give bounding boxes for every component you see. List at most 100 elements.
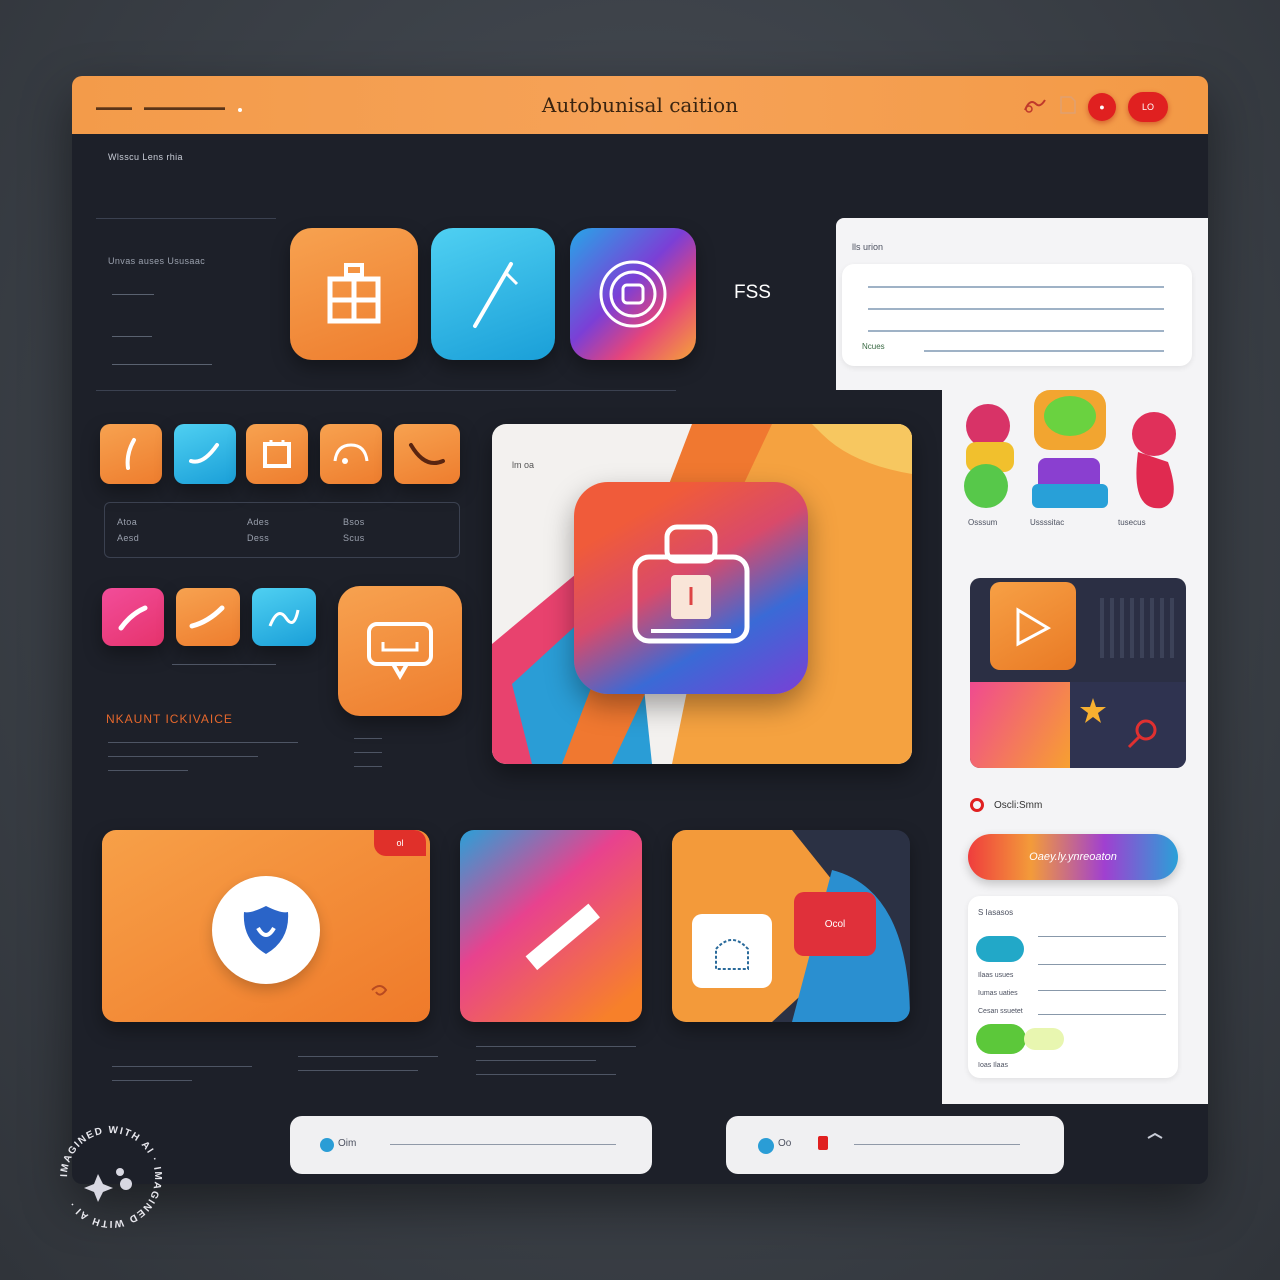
divider <box>112 364 212 365</box>
divider <box>108 770 188 771</box>
brush-icon[interactable] <box>1022 94 1048 116</box>
divider <box>108 756 258 757</box>
small-app-3[interactable] <box>246 424 308 484</box>
app-tile-chat[interactable] <box>338 586 462 716</box>
form-line[interactable] <box>924 350 1164 352</box>
toggle-glow <box>1024 1028 1064 1050</box>
divider <box>108 742 298 743</box>
sticker-label-3: tusecus <box>1118 518 1146 527</box>
toggle-green[interactable] <box>976 1024 1026 1054</box>
small-app-1[interactable] <box>100 424 162 484</box>
radio-label: Oscli:Smm <box>994 800 1043 811</box>
chat-bubble-icon <box>367 622 433 680</box>
divider <box>96 390 676 391</box>
input-line <box>854 1144 1020 1145</box>
panel-header: lls urion <box>852 242 884 252</box>
flag-icon <box>818 1136 828 1150</box>
divider <box>112 1080 192 1081</box>
stat-value: Aesd <box>117 533 140 543</box>
form-line[interactable] <box>868 330 1164 332</box>
qr-icon <box>715 939 749 970</box>
bottom-left-label: Oim <box>338 1138 357 1149</box>
divider <box>354 752 382 753</box>
list-line <box>1038 990 1166 991</box>
grid-pattern <box>1100 598 1176 658</box>
notification-button[interactable]: ● <box>1088 93 1116 121</box>
divider <box>476 1060 596 1061</box>
list-row[interactable]: Ilaas usues <box>978 972 1013 979</box>
boot-icon <box>189 605 225 629</box>
swipe-icon <box>409 443 445 465</box>
divider <box>354 738 382 739</box>
form-line[interactable] <box>868 308 1164 310</box>
sticker-label-1: Osssum <box>968 518 998 527</box>
qr-tile[interactable] <box>692 914 772 988</box>
stat-label: Ades <box>247 517 270 527</box>
stat-value: Scus <box>343 533 365 543</box>
fs-label: FSS <box>734 282 771 303</box>
watermark-text: IMAGINED WITH AI · IMAGINED WITH AI · <box>59 1125 162 1229</box>
gradient-action-button[interactable]: Oaey.ly.ynreoaton <box>968 834 1178 880</box>
app-tile-store[interactable] <box>290 228 418 360</box>
feature-card-orange[interactable]: ol <box>102 830 430 1022</box>
small-app-8[interactable] <box>252 588 316 646</box>
feature-card-pen[interactable] <box>460 830 642 1022</box>
svg-text:IMAGINED WITH AI · IMAGINED WI: IMAGINED WITH AI · IMAGINED WITH AI · <box>59 1125 163 1229</box>
quill-icon <box>125 438 136 470</box>
feature-card-qr[interactable]: Ocol <box>672 830 910 1022</box>
radio-button[interactable] <box>970 798 984 812</box>
small-app-7[interactable] <box>176 588 240 646</box>
small-app-5[interactable] <box>394 424 460 484</box>
calendar-icon <box>263 440 291 468</box>
flame-tile <box>970 682 1070 768</box>
camera-ring-icon <box>599 260 667 328</box>
toggle-cyan[interactable] <box>976 936 1024 962</box>
input-line <box>390 1144 616 1145</box>
sidebar-subtitle: Unvas auses Ususaac <box>108 256 206 266</box>
avatar[interactable] <box>212 876 320 984</box>
list-row[interactable]: Iumas uaties <box>978 990 1018 997</box>
list-row[interactable]: Ioas Ilaas <box>978 1062 1008 1069</box>
watermark-seal: IMAGINED WITH AI · IMAGINED WITH AI · <box>59 1125 163 1229</box>
collage-card[interactable] <box>970 578 1186 768</box>
hero-card[interactable]: lm oa <box>492 424 912 764</box>
list-title: S Iasasos <box>978 908 1014 917</box>
breadcrumb[interactable]: Wlsscu Lens rhia <box>108 152 183 162</box>
stat-label: Bsos <box>343 517 365 527</box>
stat-value: Dess <box>247 533 270 543</box>
sticker-label-2: Ussssitac <box>1030 518 1065 527</box>
brush-stroke-icon <box>118 605 148 631</box>
title-bar: ▬▬▬▬ ▬▬▬▬▬▬▬▬▬ Autobunisal caition ● LO <box>72 76 1208 134</box>
small-app-2[interactable] <box>174 424 236 484</box>
shield-icon <box>243 906 289 954</box>
shop-grid-icon <box>327 263 381 324</box>
divider <box>476 1046 636 1047</box>
scribble-icon <box>268 609 300 627</box>
form-caption: Ncues <box>862 342 885 351</box>
tile-badge[interactable]: Ocol <box>794 892 876 956</box>
small-app-4[interactable] <box>320 424 382 484</box>
hero-app-icon[interactable] <box>574 482 808 694</box>
form-line[interactable] <box>868 286 1164 288</box>
status-dot-icon <box>320 1138 334 1152</box>
divider <box>112 336 152 337</box>
list-row[interactable]: Cesan ssuetet <box>978 1008 1023 1015</box>
app-tile-pen[interactable] <box>431 228 555 360</box>
small-app-6[interactable] <box>102 588 164 646</box>
divider <box>172 664 276 665</box>
sticker-illustration <box>964 390 1176 509</box>
chevron-up-icon[interactable] <box>1146 1132 1164 1140</box>
stat-label: Atoa <box>117 517 138 527</box>
bell-icon: ● <box>1099 102 1105 112</box>
list-line <box>1038 964 1166 965</box>
card-badge: ol <box>374 830 426 856</box>
document-icon[interactable] <box>1058 94 1078 116</box>
account-badge[interactable]: LO <box>1128 92 1168 122</box>
status-dot-icon <box>758 1138 774 1154</box>
bottom-input-left[interactable]: Oim <box>290 1116 652 1174</box>
app-tile-social[interactable] <box>570 228 696 360</box>
hero-tag: lm oa <box>512 460 535 470</box>
app-window: ▬▬▬▬ ▬▬▬▬▬▬▬▬▬ Autobunisal caition ● LO … <box>72 76 1208 1184</box>
bottom-input-right[interactable]: Oo <box>726 1116 1064 1174</box>
sparkle-icon <box>84 1174 113 1202</box>
